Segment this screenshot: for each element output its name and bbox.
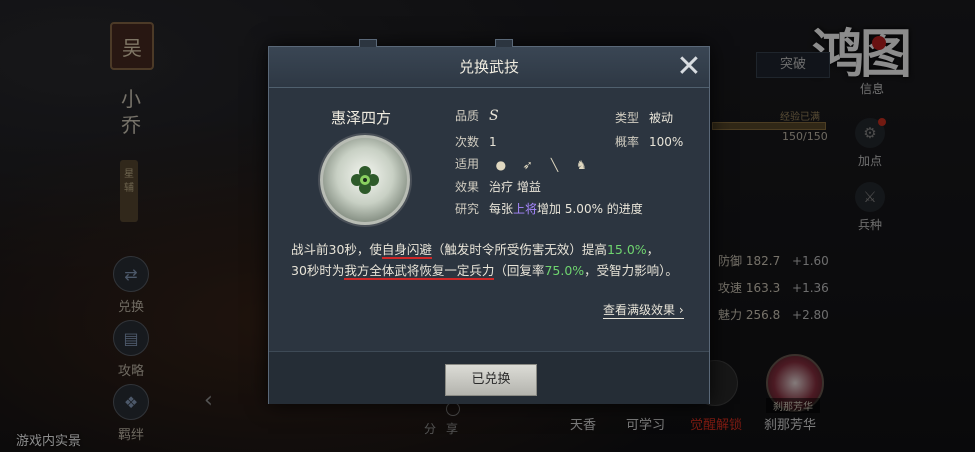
effect-label: 效果	[455, 180, 480, 194]
type-row: 类型 被动	[615, 109, 673, 126]
research-highlight: 上将	[513, 202, 538, 216]
count-label: 次数	[455, 135, 480, 149]
view-full-label: 查看满级效果	[603, 303, 676, 317]
effect-row: 效果 治疗 增益	[455, 178, 541, 195]
chance-label: 概率	[615, 135, 640, 149]
desc-text: 战斗前30秒，使	[291, 242, 382, 257]
desc-underlined: 自身闪避	[381, 242, 432, 259]
horse-icon: ♞	[575, 157, 587, 172]
close-icon[interactable]: ✕	[673, 51, 705, 83]
skill-name: 惠泽四方	[330, 109, 391, 127]
desc-text: 30秒时为	[291, 263, 345, 278]
desc-text: （触发时令所受伤害无效）提高	[431, 242, 607, 257]
type-value: 被动	[649, 111, 674, 125]
desc-value: 75.0%	[544, 263, 585, 278]
research-text: 增加 5.00% 的进度	[537, 202, 643, 216]
count-row: 次数 1	[455, 133, 497, 150]
desc-text: ，受智力影响）。	[584, 263, 678, 278]
exchange-skill-modal: 兑换武技 ✕ 惠泽四方 品质 S 类型 被动 次数 1 概率 100% 适用 ● ➶ ╲…	[268, 39, 710, 404]
quality-value: S	[489, 108, 499, 124]
desc-text: （回复率	[494, 263, 545, 278]
applicable-label: 适用	[455, 157, 480, 171]
spear-icon: ╲	[550, 157, 559, 172]
type-label: 类型	[615, 111, 640, 125]
research-label: 研究	[455, 202, 480, 216]
chance-value: 100%	[649, 135, 684, 149]
research-row: 研究 每张上将增加 5.00% 的进度	[455, 200, 643, 217]
flower-icon	[351, 166, 379, 194]
effect-value: 治疗 增益	[489, 180, 541, 194]
chance-row: 概率 100%	[615, 133, 683, 150]
chevron-right-icon: ›	[675, 303, 684, 317]
desc-text: ，	[646, 242, 660, 257]
applicable-row: 适用 ● ➶ ╲ ♞	[455, 155, 596, 172]
quality-label: 品质	[455, 109, 480, 123]
redeemed-button[interactable]: 已兑换	[445, 364, 537, 396]
research-text: 每张	[489, 202, 514, 216]
view-full-effect-link[interactable]: 查看满级效果 ›	[603, 301, 684, 319]
skill-icon	[320, 135, 410, 225]
shield-icon: ●	[495, 157, 507, 172]
desc-value: 15.0%	[606, 242, 647, 257]
bow-icon: ➶	[522, 157, 533, 172]
count-value: 1	[489, 135, 497, 149]
desc-underlined: 我方全体武将恢复一定兵力	[344, 263, 495, 280]
modal-footer: 已兑换	[269, 351, 709, 404]
modal-title: 兑换武技	[458, 58, 519, 76]
quality-row: 品质 S	[455, 107, 499, 124]
skill-description: 战斗前30秒，使自身闪避（触发时令所受伤害无效）提高15.0%， 30秒时为我方…	[291, 239, 691, 281]
